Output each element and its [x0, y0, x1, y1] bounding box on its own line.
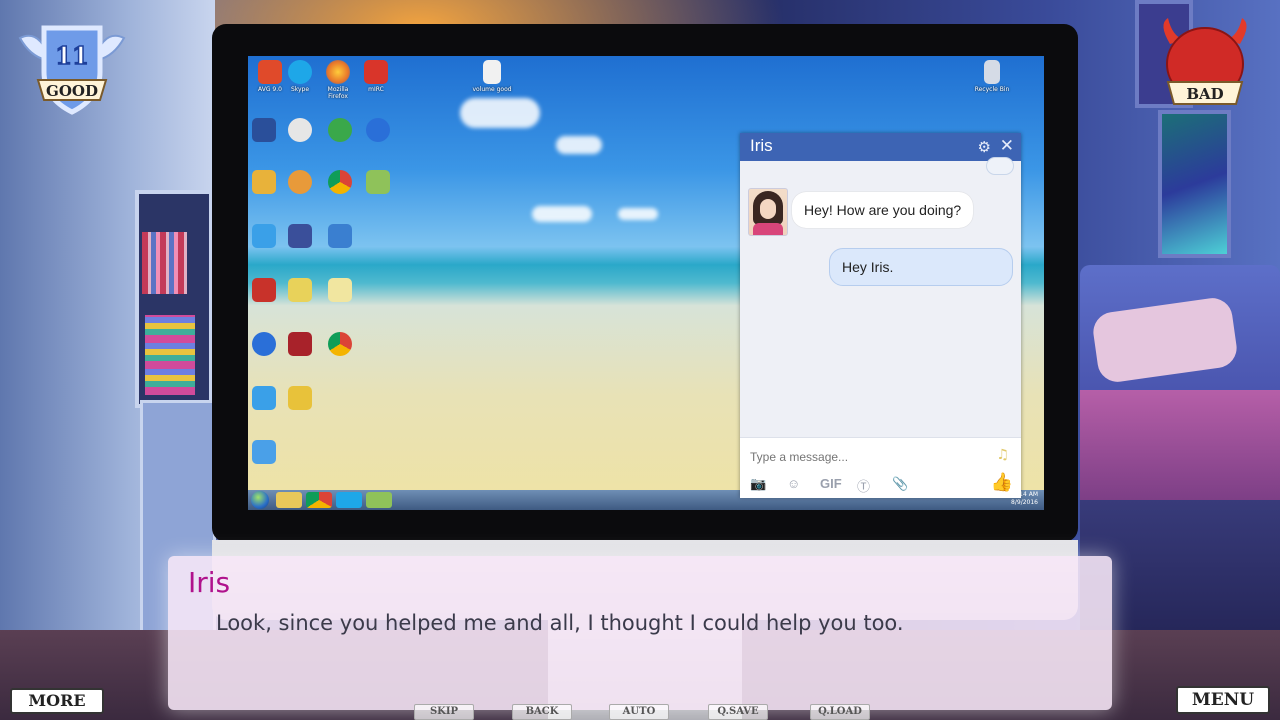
cloud [532, 206, 592, 222]
outgoing-message: Hey Iris. [829, 248, 1013, 286]
cloud [460, 98, 540, 128]
menu-button[interactable]: MENU [1176, 686, 1270, 714]
app-icon[interactable] [366, 170, 390, 194]
good-score: 11 [55, 41, 88, 70]
incoming-message: Hey! How are you doing? [792, 192, 974, 228]
taskbar-chrome-icon[interactable] [306, 492, 332, 508]
chrome-icon[interactable] [328, 332, 352, 356]
camera-icon[interactable]: 📷 [750, 476, 766, 492]
dialogue-box[interactable]: Iris Look, since you helped me and all, … [168, 556, 1112, 710]
app-icon[interactable] [252, 224, 276, 248]
desktop-icon-firefox[interactable]: Mozilla Firefox [318, 60, 358, 100]
gif-button[interactable]: GIF [820, 476, 842, 491]
wall-poster [1158, 110, 1231, 258]
microphone-icon[interactable]: ♫ [996, 447, 1009, 463]
books [142, 232, 187, 294]
chat-header: Iris ⚙ ✕ [740, 133, 1021, 161]
clock-date: 8/9/2016 [1011, 499, 1038, 506]
app-icon[interactable] [328, 118, 352, 142]
itunes-icon[interactable] [252, 440, 276, 464]
cloud [556, 136, 602, 154]
good-label: GOOD [46, 82, 98, 100]
skype-icon [288, 60, 312, 84]
chat-composer: ♫ 📷 ☺ GIF Ⓣ 📎 👍 [740, 437, 1021, 498]
like-icon[interactable]: 👍 [991, 472, 1013, 493]
stacked-books [145, 315, 195, 395]
gear-icon[interactable]: ⚙ [978, 138, 991, 156]
folder-icon[interactable] [288, 278, 312, 302]
folder-icon[interactable] [328, 278, 352, 302]
folder-icon[interactable] [252, 170, 276, 194]
avatar [748, 188, 788, 236]
avatar-body [753, 223, 783, 235]
app-icon[interactable] [288, 170, 312, 194]
firefox-icon [326, 60, 350, 84]
app-icon[interactable] [252, 278, 276, 302]
app-icon[interactable] [288, 332, 312, 356]
cloud [618, 208, 658, 220]
desktop-icon-file[interactable]: volume good [472, 60, 512, 93]
dialogue-text: Look, since you helped me and all, I tho… [216, 611, 904, 635]
desktop-icon-recycle-bin[interactable]: Recycle Bin [972, 60, 1012, 93]
chrome-icon[interactable] [328, 170, 352, 194]
desktop-icon-skype[interactable]: Skype [280, 60, 320, 93]
blanket [1080, 390, 1280, 500]
skip-button[interactable]: SKIP [414, 704, 474, 720]
chat-window: Iris ⚙ ✕ Hey! How are you doing? Hey Iri… [740, 133, 1021, 498]
app-icon[interactable] [252, 118, 276, 142]
file-icon [483, 60, 501, 84]
chat-contact-name: Iris [750, 136, 773, 155]
payment-icon[interactable]: Ⓣ [857, 476, 870, 495]
previous-message-bubble [986, 157, 1014, 175]
close-icon[interactable]: ✕ [1000, 136, 1014, 156]
desktop-icon-mirc[interactable]: mIRC [356, 60, 396, 93]
back-button[interactable]: BACK [512, 704, 572, 720]
chat-messages: Hey! How are you doing? Hey Iris. [740, 157, 1021, 437]
taskbar-skype-icon[interactable] [336, 492, 362, 508]
app-icon[interactable] [288, 224, 312, 248]
more-button[interactable]: MORE [10, 688, 104, 714]
app-icon[interactable] [288, 386, 312, 410]
bad-label: BAD [1186, 85, 1223, 103]
app-icon[interactable] [366, 118, 390, 142]
avatar-face [760, 199, 776, 219]
avg-icon [258, 60, 282, 84]
bad-meter-badge: BAD [1163, 18, 1247, 105]
quick-save-button[interactable]: Q.SAVE [708, 704, 768, 720]
speaker-name: Iris [188, 566, 231, 599]
app-icon[interactable] [252, 386, 276, 410]
app-icon[interactable] [288, 118, 312, 142]
attach-icon[interactable]: 📎 [892, 476, 908, 492]
app-icon[interactable] [328, 224, 352, 248]
auto-button[interactable]: AUTO [609, 704, 669, 720]
good-meter-badge: 11 GOOD [18, 25, 126, 115]
emoji-icon[interactable]: ☺ [787, 476, 800, 491]
message-input[interactable] [748, 446, 982, 468]
recycle-bin-icon [984, 60, 1000, 84]
taskbar-explorer-icon[interactable] [276, 492, 302, 508]
start-button[interactable] [251, 491, 269, 509]
mirc-icon [364, 60, 388, 84]
quick-load-button[interactable]: Q.LOAD [810, 704, 870, 720]
taskbar-folder-icon[interactable] [366, 492, 392, 508]
app-icon[interactable] [252, 332, 276, 356]
